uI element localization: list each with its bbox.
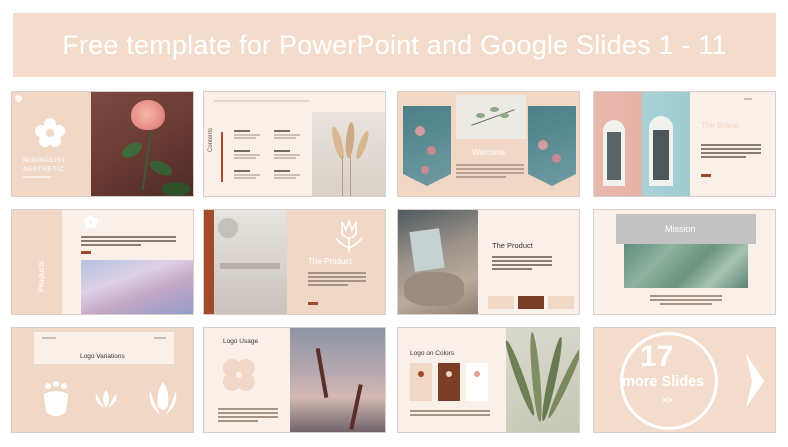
body-line — [650, 295, 722, 297]
body-line — [410, 410, 490, 412]
corner-badge-icon — [15, 95, 22, 102]
water-photo — [624, 244, 748, 288]
accent-button — [308, 302, 318, 305]
flower-logo-icon — [35, 118, 65, 147]
tulip-variation-icon — [149, 382, 177, 414]
hands-photo — [290, 328, 385, 432]
slide-title: The Product — [492, 241, 533, 250]
books-photo — [214, 210, 287, 314]
slide-thumbnail-5[interactable]: Products — [11, 209, 194, 315]
clouds-photo — [81, 260, 193, 314]
slide-title: Logo on Colors — [410, 350, 455, 357]
body-line — [81, 240, 176, 242]
header-line — [214, 100, 309, 102]
body-line — [492, 256, 552, 258]
body-line — [492, 268, 532, 270]
body-line — [81, 244, 141, 246]
accent-button — [81, 251, 91, 254]
color-swatch — [410, 363, 432, 401]
body-line — [218, 420, 258, 422]
knitting-photo — [398, 210, 478, 314]
body-line — [701, 144, 761, 146]
slide-thumbnail-4[interactable]: The Brand — [593, 91, 776, 197]
more-slides-number: 17 — [640, 340, 674, 373]
subtitle-line — [23, 176, 51, 178]
chevron-right-icon[interactable] — [744, 352, 766, 410]
header-line — [42, 337, 56, 339]
body-line — [701, 156, 746, 158]
slide-title: Logo Variations — [80, 353, 125, 360]
slide-thumbnail-7[interactable]: The Product — [397, 209, 580, 315]
more-slides-label: more Slides — [622, 374, 705, 390]
body-line — [218, 408, 278, 410]
body-line — [701, 152, 761, 154]
slide-title: Mission — [665, 224, 696, 234]
product-card — [488, 296, 514, 309]
color-swatch — [438, 363, 460, 401]
body-line — [218, 416, 278, 418]
body-line — [492, 264, 552, 266]
body-line — [456, 164, 524, 166]
slide-thumbnail-1[interactable]: MINIMALIST AESTHETIC — [11, 91, 194, 197]
body-line — [308, 272, 366, 274]
slide-thumbnail-11[interactable]: Logo on Colors — [397, 327, 580, 433]
body-line — [492, 260, 552, 262]
slide-thumbnail-6[interactable]: The Product — [203, 209, 386, 315]
blossom-photo-right — [528, 106, 576, 186]
accent-rule — [221, 132, 223, 182]
lotus-variation-icon — [95, 390, 117, 408]
palm-photo — [502, 328, 579, 432]
body-line — [218, 412, 278, 414]
flower-variation-icon — [44, 381, 68, 416]
color-swatch — [466, 363, 488, 401]
slide-title: Products — [37, 260, 46, 292]
doors-photo — [594, 92, 690, 196]
body-line — [701, 148, 761, 150]
slide-title: Welcome — [472, 148, 506, 157]
body-line — [308, 280, 366, 282]
body-line — [410, 414, 490, 416]
blossom-photo-left — [403, 106, 451, 186]
slide-thumbnail-8[interactable]: Mission — [593, 209, 776, 315]
body-line — [660, 303, 712, 305]
slide-title: The Brand — [701, 121, 739, 130]
slide-thumbnail-10[interactable]: Logo Usage — [203, 327, 386, 433]
tulip-icon — [335, 218, 363, 252]
pampas-photo — [312, 112, 385, 196]
product-card — [548, 296, 574, 309]
product-card — [518, 296, 544, 309]
slide-title: The Product — [308, 257, 352, 266]
body-line — [308, 284, 348, 286]
slide-title: Logo Usage — [223, 338, 259, 345]
accent-strip — [204, 210, 214, 314]
body-line — [456, 176, 506, 178]
banner-title: Free template for PowerPoint and Google … — [62, 29, 727, 60]
body-line — [650, 299, 722, 301]
slide-thumbnail-2[interactable]: Contents — [203, 91, 386, 197]
slide-title-line2: AESTHETIC — [23, 166, 65, 173]
contents-list — [234, 130, 312, 190]
slide-title-line1: MINIMALIST — [23, 157, 67, 164]
body-line — [81, 236, 176, 238]
clover-logo-icon — [223, 359, 255, 391]
page-banner: Free template for PowerPoint and Google … — [13, 13, 776, 77]
body-line — [456, 172, 524, 174]
body-line — [308, 276, 366, 278]
slide-title: Contents — [208, 127, 214, 152]
slide-thumbnail-12[interactable]: 17 more Slides >> — [593, 327, 776, 433]
body-line — [456, 168, 524, 170]
accent-button — [701, 174, 711, 177]
page-marker — [744, 98, 752, 100]
more-slides-arrows: >> — [662, 395, 673, 405]
slide-thumbnail-9[interactable]: Logo Variations — [11, 327, 194, 433]
eucalyptus-photo — [456, 95, 526, 139]
header-line — [154, 337, 166, 339]
flower-logo-icon — [83, 214, 99, 229]
slide-thumbnail-3[interactable]: Welcome — [397, 91, 580, 197]
rose-photo — [91, 92, 193, 196]
